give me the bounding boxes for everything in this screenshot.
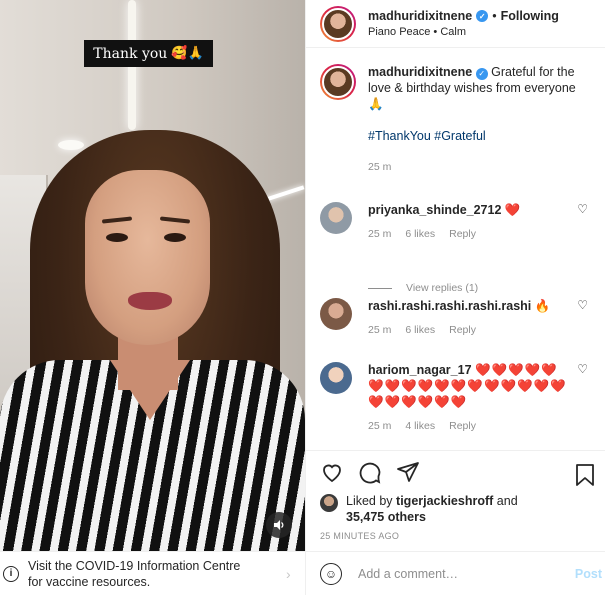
post-timestamp[interactable]: 25 MINUTES AGO	[306, 531, 605, 541]
comment-likes[interactable]: 4 likes	[405, 420, 435, 432]
post-header: madhuridixitnene ✓ • Following Piano Pea…	[306, 0, 605, 48]
comment-username[interactable]: rashi.rashi.rashi.rashi.rashi	[368, 299, 531, 313]
post-video[interactable]: Thank you 🥰🙏	[0, 0, 305, 551]
like-comment-heart-icon[interactable]: ♡	[577, 298, 588, 312]
comment-input[interactable]	[358, 566, 558, 581]
comments-section[interactable]: madhuridixitnene ✓ Grateful for the love…	[306, 64, 605, 449]
comment-username[interactable]: hariom_nagar_17	[368, 363, 472, 377]
comment-time: 25 m	[368, 420, 392, 432]
reply-button[interactable]: Reply	[449, 228, 476, 240]
liked-by-user[interactable]: tigerjackieshroff	[396, 494, 493, 508]
covid-banner-text: Visit the COVID-19 Information Centre fo…	[28, 558, 241, 589]
avatar[interactable]	[320, 494, 338, 512]
like-comment-heart-icon[interactable]: ♡	[577, 362, 588, 376]
liked-by-prefix: Liked by	[346, 494, 393, 508]
video-caption-emojis: 🥰🙏	[171, 46, 204, 61]
comment-text: 🔥	[534, 299, 551, 313]
comment-item: priyanka_shinde_2712 ❤️ 25 m 6 likes Reply…	[306, 202, 605, 298]
avatar[interactable]	[320, 298, 352, 330]
likes-count[interactable]: 35,475 others	[346, 510, 426, 524]
following-button[interactable]: Following	[501, 9, 559, 23]
post-actions: Liked by tigerjackieshroff and 35,475 ot…	[306, 450, 605, 551]
separator-dot: •	[492, 9, 497, 23]
verified-icon: ✓	[475, 68, 488, 80]
reply-button[interactable]: Reply	[449, 324, 476, 336]
comment-likes[interactable]: 6 likes	[405, 228, 435, 240]
audio-label[interactable]: Piano Peace • Calm	[368, 26, 559, 38]
caption-time: 25 m	[368, 161, 392, 173]
person-face	[85, 170, 210, 345]
replies-line	[368, 287, 392, 289]
comment-item: hariom_nagar_17 ❤️❤️❤️❤️❤️❤️❤️❤️❤️❤️❤️❤️…	[306, 362, 605, 449]
comment-likes[interactable]: 6 likes	[405, 324, 435, 336]
likes-summary: Liked by tigerjackieshroff and 35,475 ot…	[306, 493, 605, 525]
video-caption-text: Thank you	[93, 45, 168, 62]
comment-time: 25 m	[368, 324, 392, 336]
verified-icon: ✓	[476, 10, 489, 22]
post-sidebar: madhuridixitnene ✓ • Following Piano Pea…	[305, 0, 605, 595]
heart-icon[interactable]	[320, 460, 344, 487]
reply-button[interactable]: Reply	[449, 420, 476, 432]
comment-icon[interactable]	[358, 460, 382, 487]
covid-info-banner[interactable]: i Visit the COVID-19 Information Centre …	[0, 551, 305, 595]
post-caption: madhuridixitnene ✓ Grateful for the love…	[306, 64, 605, 202]
caption-username[interactable]: madhuridixitnene	[368, 65, 472, 79]
comment-text: ❤️	[504, 203, 522, 217]
info-icon: i	[3, 565, 19, 582]
liked-by-and: and	[496, 494, 518, 508]
chevron-right-icon: ›	[286, 565, 291, 582]
left-eye	[106, 233, 128, 242]
comment-username[interactable]: priyanka_shinde_2712	[368, 203, 501, 217]
share-icon[interactable]	[396, 460, 420, 487]
header-username[interactable]: madhuridixitnene	[368, 9, 472, 23]
ceiling-lamp	[58, 140, 84, 150]
view-replies-label[interactable]: View replies (1)	[406, 282, 478, 294]
emoji-icon[interactable]: ☺	[320, 562, 342, 585]
like-comment-heart-icon[interactable]: ♡	[577, 202, 588, 216]
caption-hashtags[interactable]: #ThankYou #Grateful	[368, 128, 588, 144]
right-eye	[164, 233, 186, 242]
avatar[interactable]	[320, 64, 356, 100]
lips	[128, 292, 172, 310]
video-caption: Thank you 🥰🙏	[84, 40, 213, 67]
speaker-icon[interactable]	[266, 512, 292, 538]
comment-item: rashi.rashi.rashi.rashi.rashi 🔥 25 m 6 li…	[306, 298, 605, 362]
comment-time: 25 m	[368, 228, 392, 240]
avatar[interactable]	[320, 202, 352, 234]
bookmark-icon[interactable]	[574, 463, 596, 490]
view-replies-button[interactable]: View replies (1)	[368, 282, 478, 294]
post-button[interactable]: Post	[575, 567, 602, 581]
avatar[interactable]	[320, 362, 352, 394]
avatar[interactable]	[320, 5, 356, 42]
add-comment-bar: ☺ Post	[306, 551, 605, 595]
